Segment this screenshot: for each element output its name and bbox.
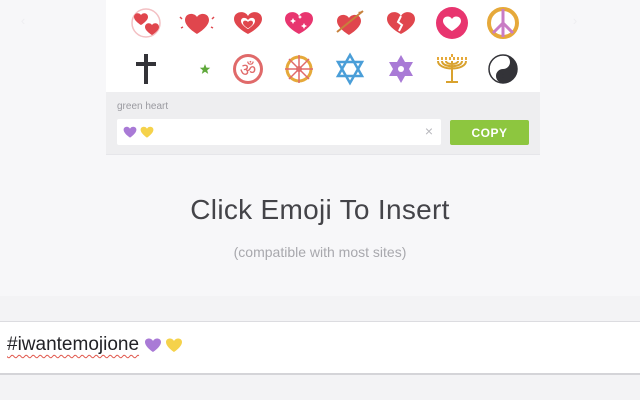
star-and-crescent-icon[interactable] xyxy=(171,46,222,92)
growing-heart-icon[interactable] xyxy=(171,0,222,46)
latin-cross-icon[interactable] xyxy=(120,46,171,92)
wheel-of-dharma-icon[interactable] xyxy=(273,46,324,92)
yellow-heart-icon xyxy=(166,338,183,352)
input-content: #iwantemojione xyxy=(7,334,184,356)
revolving-hearts-icon[interactable] xyxy=(120,0,171,46)
svg-text:ॐ: ॐ xyxy=(239,60,255,81)
input-emoji-list xyxy=(143,335,184,355)
heart-circle-icon[interactable] xyxy=(426,0,477,46)
menorah-icon[interactable] xyxy=(426,46,477,92)
star-of-david-icon[interactable] xyxy=(324,46,375,92)
emoji-grid: ॐ xyxy=(106,0,540,92)
clear-icon[interactable]: × xyxy=(425,123,433,139)
heart-with-arrow-icon[interactable] xyxy=(324,0,375,46)
peace-symbol-icon[interactable] xyxy=(477,0,528,46)
purple-heart-icon xyxy=(123,126,137,138)
yellow-heart-icon xyxy=(140,126,154,138)
hovered-emoji-name: green heart xyxy=(117,101,169,112)
faint-forward-icon: › xyxy=(572,13,578,28)
faint-back-icon: ‹ xyxy=(20,13,26,28)
heart-decoration-icon[interactable] xyxy=(222,0,273,46)
input-section: #iwantemojione xyxy=(0,296,640,400)
purple-heart-icon xyxy=(145,338,162,352)
yin-yang-icon[interactable] xyxy=(477,46,528,92)
headline: Click Emoji To Insert xyxy=(190,194,450,225)
selected-emoji-field[interactable]: × xyxy=(117,119,441,145)
text-input-area[interactable]: #iwantemojione xyxy=(0,321,640,375)
broken-heart-icon[interactable] xyxy=(375,0,426,46)
selected-emoji-list xyxy=(122,124,155,140)
copy-button[interactable]: COPY xyxy=(450,120,529,145)
om-symbol-icon[interactable]: ॐ xyxy=(222,46,273,92)
sparkling-heart-icon[interactable] xyxy=(273,0,324,46)
preview-bar: green heart × COPY xyxy=(106,92,540,154)
hashtag-text: #iwantemojione xyxy=(7,334,140,355)
subline: (compatible with most sites) xyxy=(233,244,407,260)
emoji-picker-panel: ॐ green heart × COPY xyxy=(106,0,540,155)
six-pointed-star-icon[interactable] xyxy=(375,46,426,92)
